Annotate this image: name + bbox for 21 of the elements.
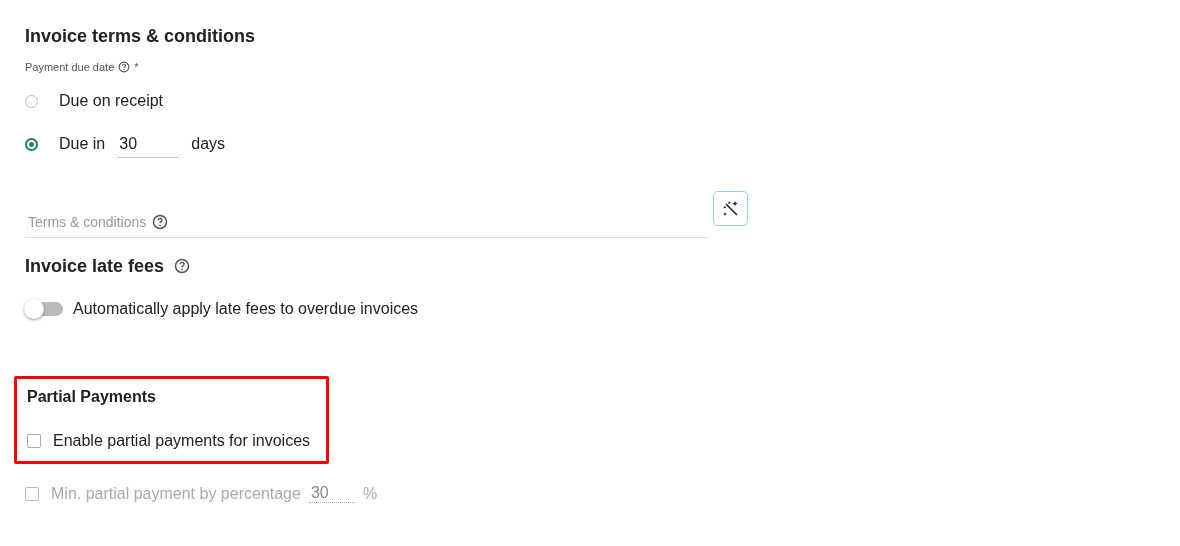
- section-title: Partial Payments: [27, 387, 157, 407]
- toggle-switch[interactable]: [25, 302, 63, 316]
- radio-label: Due in: [59, 135, 106, 153]
- terms-placeholder: Terms & conditions: [28, 214, 147, 230]
- toggle-label: Automatically apply late fees to overdue invoices: [73, 300, 419, 318]
- field-label: Payment due date: [25, 61, 115, 73]
- terms-field[interactable]: Terms & conditions: [25, 207, 708, 238]
- unit-label: %: [362, 484, 378, 503]
- radio-label: Due on receipt: [59, 92, 164, 110]
- checkbox-label: Enable partial payments for invoices: [53, 432, 311, 450]
- checkbox[interactable]: [27, 434, 41, 448]
- magic-wand-button[interactable]: [713, 191, 748, 226]
- help-icon[interactable]: [174, 258, 191, 274]
- section-title: Invoice terms & conditions: [25, 25, 257, 48]
- checkbox-label: Min. partial payment by percentage: [51, 484, 301, 503]
- radio-button[interactable]: [25, 137, 38, 151]
- required-mark: *: [134, 61, 139, 73]
- unit-label: days: [191, 135, 226, 153]
- section-title: Invoice late fees: [25, 255, 165, 278]
- help-icon[interactable]: [152, 214, 169, 230]
- help-icon[interactable]: [118, 61, 131, 73]
